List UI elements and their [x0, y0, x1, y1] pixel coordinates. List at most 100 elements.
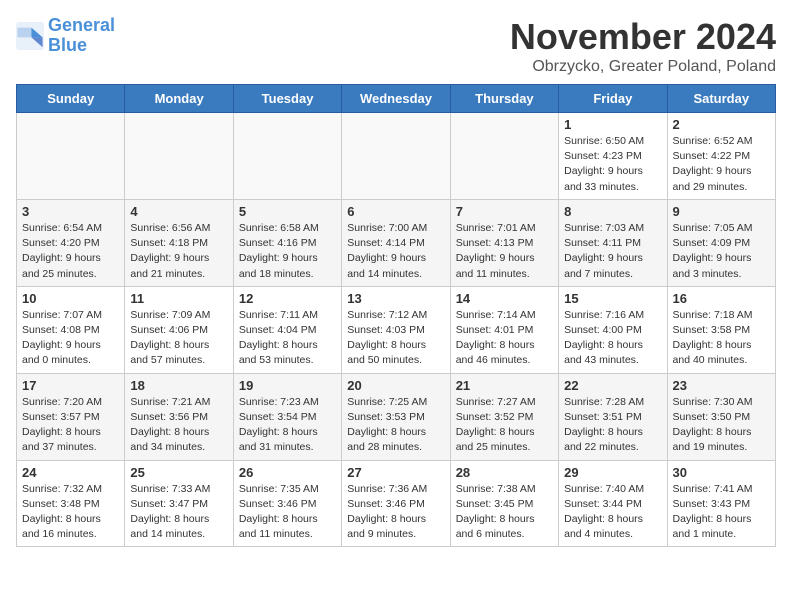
day-cell: 28Sunrise: 7:38 AM Sunset: 3:45 PM Dayli… — [450, 460, 558, 547]
day-cell: 19Sunrise: 7:23 AM Sunset: 3:54 PM Dayli… — [233, 373, 341, 460]
day-number: 26 — [239, 465, 336, 480]
day-number: 11 — [130, 291, 227, 306]
location: Obrzycko, Greater Poland, Poland — [510, 58, 776, 76]
day-number: 3 — [22, 204, 119, 219]
col-header-monday: Monday — [125, 85, 233, 113]
col-header-friday: Friday — [559, 85, 667, 113]
day-cell: 16 Sunrise: 7:18 AM Sunset: 3:58 PM Dayli… — [667, 286, 775, 373]
week-row-1: 1 Sunrise: 6:50 AM Sunset: 4:23 PM Daylig… — [17, 113, 776, 200]
day-info: Sunrise: 7:27 AM Sunset: 3:52 PM Dayligh… — [456, 395, 553, 456]
week-row-5: 24Sunrise: 7:32 AM Sunset: 3:48 PM Dayli… — [17, 460, 776, 547]
day-number: 14 — [456, 291, 553, 306]
day-cell: 25 Sunrise: 7:33 AM Sunset: 3:47 PM Dayli… — [125, 460, 233, 547]
day-info: Sunrise: 6:58 AM Sunset: 4:16 PM Dayligh… — [239, 221, 336, 282]
day-cell: 11 Sunrise: 7:09 AM Sunset: 4:06 PM Dayli… — [125, 286, 233, 373]
day-cell: 13Sunrise: 7:12 AM Sunset: 4:03 PM Dayli… — [342, 286, 450, 373]
day-cell: 21 Sunrise: 7:27 AM Sunset: 3:52 PM Dayli… — [450, 373, 558, 460]
day-number: 28 — [456, 465, 553, 480]
day-info: Sunrise: 6:54 AM Sunset: 4:20 PM Dayligh… — [22, 221, 119, 282]
day-number: 25 — [130, 465, 227, 480]
day-cell: 22 Sunrise: 7:28 AM Sunset: 3:51 PM Dayli… — [559, 373, 667, 460]
day-number: 10 — [22, 291, 119, 306]
day-info: Sunrise: 6:56 AM Sunset: 4:18 PM Dayligh… — [130, 221, 227, 282]
day-number: 2 — [673, 117, 770, 132]
day-cell: 23 Sunrise: 7:30 AM Sunset: 3:50 PM Dayli… — [667, 373, 775, 460]
day-info: Sunrise: 7:00 AM Sunset: 4:14 PM Dayligh… — [347, 221, 444, 282]
day-cell: 30Sunrise: 7:41 AM Sunset: 3:43 PM Dayli… — [667, 460, 775, 547]
day-cell — [125, 113, 233, 200]
day-number: 23 — [673, 378, 770, 393]
month-title: November 2024 — [510, 16, 776, 58]
day-cell: 7 Sunrise: 7:01 AM Sunset: 4:13 PM Daylig… — [450, 199, 558, 286]
day-info: Sunrise: 7:14 AM Sunset: 4:01 PM Dayligh… — [456, 308, 553, 369]
day-number: 18 — [130, 378, 227, 393]
day-info: Sunrise: 7:40 AM Sunset: 3:44 PM Dayligh… — [564, 482, 661, 543]
day-info: Sunrise: 7:33 AM Sunset: 3:47 PM Dayligh… — [130, 482, 227, 543]
day-info: Sunrise: 7:20 AM Sunset: 3:57 PM Dayligh… — [22, 395, 119, 456]
day-info: Sunrise: 7:01 AM Sunset: 4:13 PM Dayligh… — [456, 221, 553, 282]
day-cell: 17 Sunrise: 7:20 AM Sunset: 3:57 PM Dayli… — [17, 373, 125, 460]
title-block: November 2024 Obrzycko, Greater Poland, … — [510, 16, 776, 76]
day-cell: 8 Sunrise: 7:03 AM Sunset: 4:11 PM Daylig… — [559, 199, 667, 286]
col-header-wednesday: Wednesday — [342, 85, 450, 113]
day-cell: 9 Sunrise: 7:05 AM Sunset: 4:09 PM Daylig… — [667, 199, 775, 286]
day-cell — [450, 113, 558, 200]
day-cell — [17, 113, 125, 200]
logo: General Blue — [16, 16, 115, 56]
day-cell: 24Sunrise: 7:32 AM Sunset: 3:48 PM Dayli… — [17, 460, 125, 547]
week-row-2: 3 Sunrise: 6:54 AM Sunset: 4:20 PM Daylig… — [17, 199, 776, 286]
day-cell: 4 Sunrise: 6:56 AM Sunset: 4:18 PM Daylig… — [125, 199, 233, 286]
day-number: 15 — [564, 291, 661, 306]
day-info: Sunrise: 7:25 AM Sunset: 3:53 PM Dayligh… — [347, 395, 444, 456]
day-info: Sunrise: 7:23 AM Sunset: 3:54 PM Dayligh… — [239, 395, 336, 456]
day-number: 21 — [456, 378, 553, 393]
day-info: Sunrise: 6:52 AM Sunset: 4:22 PM Dayligh… — [673, 134, 770, 195]
day-info: Sunrise: 7:16 AM Sunset: 4:00 PM Dayligh… — [564, 308, 661, 369]
day-cell: 1 Sunrise: 6:50 AM Sunset: 4:23 PM Daylig… — [559, 113, 667, 200]
day-info: Sunrise: 7:05 AM Sunset: 4:09 PM Dayligh… — [673, 221, 770, 282]
day-number: 9 — [673, 204, 770, 219]
col-header-tuesday: Tuesday — [233, 85, 341, 113]
calendar-table: SundayMondayTuesdayWednesdayThursdayFrid… — [16, 84, 776, 547]
day-cell: 29Sunrise: 7:40 AM Sunset: 3:44 PM Dayli… — [559, 460, 667, 547]
day-cell — [233, 113, 341, 200]
week-row-3: 10 Sunrise: 7:07 AM Sunset: 4:08 PM Dayli… — [17, 286, 776, 373]
day-cell: 6Sunrise: 7:00 AM Sunset: 4:14 PM Daylig… — [342, 199, 450, 286]
day-info: Sunrise: 7:30 AM Sunset: 3:50 PM Dayligh… — [673, 395, 770, 456]
day-cell: 20 Sunrise: 7:25 AM Sunset: 3:53 PM Dayli… — [342, 373, 450, 460]
day-number: 5 — [239, 204, 336, 219]
day-info: Sunrise: 7:07 AM Sunset: 4:08 PM Dayligh… — [22, 308, 119, 369]
day-cell: 10 Sunrise: 7:07 AM Sunset: 4:08 PM Dayli… — [17, 286, 125, 373]
col-header-sunday: Sunday — [17, 85, 125, 113]
day-number: 13 — [347, 291, 444, 306]
logo-text: General Blue — [48, 16, 115, 56]
day-number: 17 — [22, 378, 119, 393]
day-cell: 3 Sunrise: 6:54 AM Sunset: 4:20 PM Daylig… — [17, 199, 125, 286]
header: General Blue November 2024 Obrzycko, Gre… — [16, 16, 776, 76]
col-header-thursday: Thursday — [450, 85, 558, 113]
day-number: 1 — [564, 117, 661, 132]
day-cell: 5 Sunrise: 6:58 AM Sunset: 4:16 PM Daylig… — [233, 199, 341, 286]
day-number: 20 — [347, 378, 444, 393]
header-row: SundayMondayTuesdayWednesdayThursdayFrid… — [17, 85, 776, 113]
day-number: 16 — [673, 291, 770, 306]
day-info: Sunrise: 7:03 AM Sunset: 4:11 PM Dayligh… — [564, 221, 661, 282]
day-number: 30 — [673, 465, 770, 480]
day-info: Sunrise: 7:18 AM Sunset: 3:58 PM Dayligh… — [673, 308, 770, 369]
day-info: Sunrise: 7:28 AM Sunset: 3:51 PM Dayligh… — [564, 395, 661, 456]
day-info: Sunrise: 7:09 AM Sunset: 4:06 PM Dayligh… — [130, 308, 227, 369]
week-row-4: 17 Sunrise: 7:20 AM Sunset: 3:57 PM Dayli… — [17, 373, 776, 460]
day-number: 8 — [564, 204, 661, 219]
day-number: 7 — [456, 204, 553, 219]
day-number: 27 — [347, 465, 444, 480]
day-number: 4 — [130, 204, 227, 219]
day-cell: 27Sunrise: 7:36 AM Sunset: 3:46 PM Dayli… — [342, 460, 450, 547]
day-info: Sunrise: 7:35 AM Sunset: 3:46 PM Dayligh… — [239, 482, 336, 543]
day-cell: 2 Sunrise: 6:52 AM Sunset: 4:22 PM Daylig… — [667, 113, 775, 200]
day-info: Sunrise: 6:50 AM Sunset: 4:23 PM Dayligh… — [564, 134, 661, 195]
day-number: 22 — [564, 378, 661, 393]
day-cell: 12Sunrise: 7:11 AM Sunset: 4:04 PM Dayli… — [233, 286, 341, 373]
day-number: 24 — [22, 465, 119, 480]
day-cell: 15 Sunrise: 7:16 AM Sunset: 4:00 PM Dayli… — [559, 286, 667, 373]
day-cell: 18Sunrise: 7:21 AM Sunset: 3:56 PM Dayli… — [125, 373, 233, 460]
